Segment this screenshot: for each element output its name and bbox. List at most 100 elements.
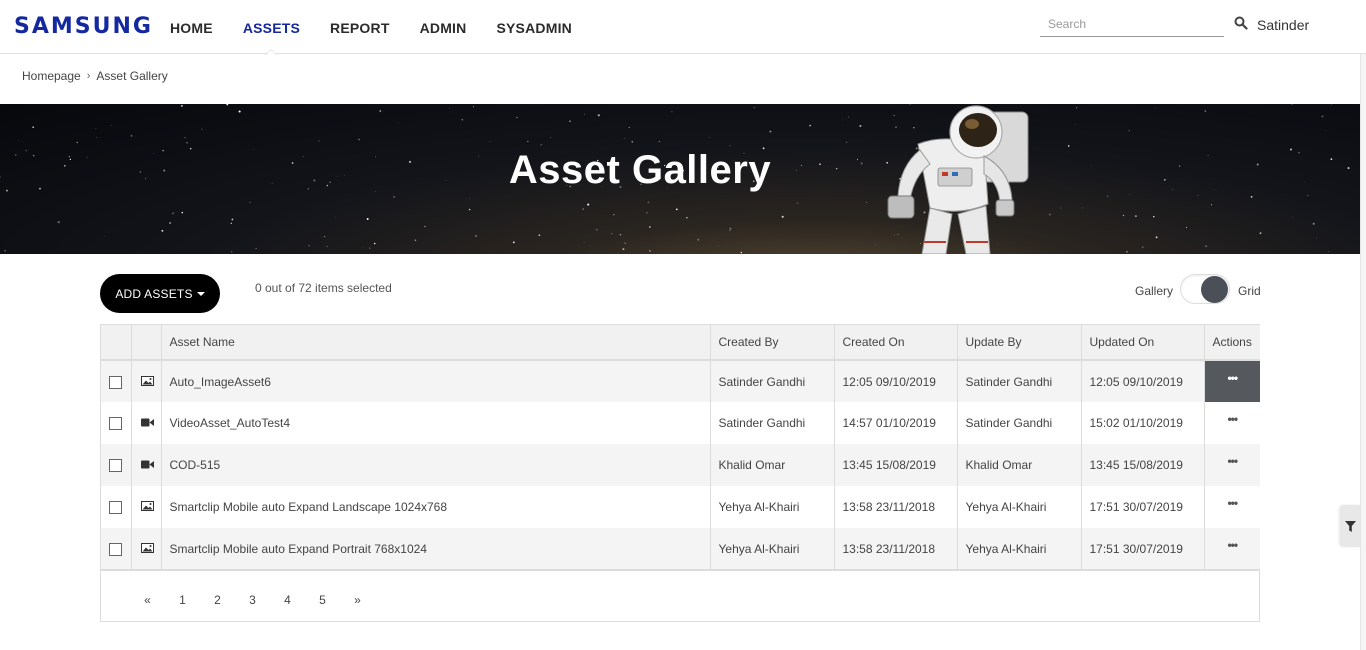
actions-cell: ••• <box>1204 402 1260 444</box>
actions-cell: ••• <box>1204 444 1260 486</box>
updated-on-cell: 13:45 15/08/2019 <box>1081 444 1205 486</box>
table-header-row: Asset Name Created By Created On Update … <box>101 325 1260 361</box>
header-created-on[interactable]: Created On <box>834 325 958 361</box>
user-menu[interactable]: Satinder <box>1257 17 1309 33</box>
breadcrumb: Homepage › Asset Gallery <box>22 69 168 83</box>
asset-type-cell <box>131 528 162 571</box>
actions-cell: ••• <box>1204 360 1260 402</box>
created-on-cell: 13:45 15/08/2019 <box>834 444 958 486</box>
row-select-cell <box>101 402 132 444</box>
created-on-cell: 13:58 23/11/2018 <box>834 528 958 571</box>
asset-name-cell[interactable]: Smartclip Mobile auto Expand Landscape 1… <box>161 486 711 528</box>
table-row[interactable]: Smartclip Mobile auto Expand Portrait 76… <box>101 528 1260 571</box>
row-select-cell <box>101 444 132 486</box>
selection-count: 0 out of 72 items selected <box>255 281 392 295</box>
asset-type-cell <box>131 402 162 444</box>
chevron-right-icon: › <box>86 70 91 82</box>
view-toggle[interactable] <box>1180 274 1230 304</box>
more-actions-icon[interactable]: ••• <box>1227 412 1238 426</box>
pagination-page-4[interactable]: 4 <box>270 593 305 607</box>
header-asset-name[interactable]: Asset Name <box>161 325 711 361</box>
more-actions-icon[interactable]: ••• <box>1227 371 1238 385</box>
samsung-logo[interactable]: SAMSUNG <box>14 14 153 39</box>
updated-by-cell: Yehya Al-Khairi <box>957 486 1082 528</box>
row-select-cell <box>101 360 132 402</box>
pagination-next[interactable]: » <box>340 593 375 607</box>
table-row[interactable]: VideoAsset_AutoTest4 Satinder Gandhi 14:57… <box>101 402 1260 444</box>
row-checkbox[interactable] <box>109 459 122 473</box>
nav-assets[interactable]: ASSETS <box>242 0 301 55</box>
asset-type-cell <box>131 444 162 486</box>
nav-home[interactable]: HOME <box>170 0 213 54</box>
header-updated-on[interactable]: Updated On <box>1081 325 1205 361</box>
pagination-prev[interactable]: « <box>130 593 165 607</box>
breadcrumb-current: Asset Gallery <box>96 69 168 83</box>
updated-on-cell: 17:51 30/07/2019 <box>1081 528 1205 571</box>
breadcrumb-home-link[interactable]: Homepage <box>22 69 81 83</box>
asset-name-cell[interactable]: VideoAsset_AutoTest4 <box>161 402 711 444</box>
asset-name-cell[interactable]: COD-515 <box>161 444 711 486</box>
updated-by-cell: Satinder Gandhi <box>957 402 1082 444</box>
scrollbar[interactable] <box>1360 54 1366 650</box>
header-created-by[interactable]: Created By <box>710 325 835 361</box>
view-gallery-label[interactable]: Gallery <box>1135 284 1173 298</box>
table-row[interactable]: Smartclip Mobile auto Expand Landscape 1… <box>101 486 1260 528</box>
table-row[interactable]: Auto_ImageAsset6 Satinder Gandhi 12:05 09/… <box>101 360 1260 402</box>
banner-title: Asset Gallery <box>508 148 772 192</box>
updated-on-cell: 17:51 30/07/2019 <box>1081 486 1205 528</box>
search-icon[interactable] <box>1234 16 1248 30</box>
updated-by-cell: Yehya Al-Khairi <box>957 528 1082 571</box>
image-icon <box>140 375 154 389</box>
more-actions-icon[interactable]: ••• <box>1227 496 1238 510</box>
updated-by-cell: Khalid Omar <box>957 444 1082 486</box>
nav-admin[interactable]: ADMIN <box>420 0 467 54</box>
row-checkbox[interactable] <box>109 501 122 515</box>
pagination-page-5[interactable]: 5 <box>305 593 340 607</box>
header-actions: Actions <box>1204 325 1260 361</box>
hero-banner: Asset Gallery <box>0 104 1360 254</box>
created-on-cell: 13:58 23/11/2018 <box>834 486 958 528</box>
toggle-knob <box>1201 276 1228 303</box>
row-select-cell <box>101 486 132 528</box>
asset-name-cell[interactable]: Auto_ImageAsset6 <box>161 360 711 402</box>
view-grid-label[interactable]: Grid <box>1238 284 1261 298</box>
row-checkbox[interactable] <box>109 542 122 556</box>
more-actions-icon[interactable]: ••• <box>1227 454 1238 468</box>
image-icon <box>140 542 154 556</box>
nav-assets-label: ASSETS <box>242 20 301 36</box>
row-select-cell <box>101 528 132 571</box>
asset-name-cell[interactable]: Smartclip Mobile auto Expand Portrait 76… <box>161 528 711 571</box>
search-input[interactable] <box>1040 12 1224 37</box>
table-row[interactable]: COD-515 Khalid Omar 13:45 15/08/2019 Khalid… <box>101 444 1260 486</box>
more-actions-icon[interactable]: ••• <box>1227 538 1238 552</box>
pagination: « 1 2 3 4 5 » <box>130 593 375 607</box>
created-on-cell: 12:05 09/10/2019 <box>834 360 958 402</box>
updated-on-cell: 12:05 09/10/2019 <box>1081 360 1205 402</box>
add-assets-button[interactable]: ADD ASSETS <box>100 274 220 313</box>
asset-table: Asset Name Created By Created On Update … <box>100 324 1260 622</box>
row-checkbox[interactable] <box>109 417 122 431</box>
created-by-cell: Satinder Gandhi <box>710 402 835 444</box>
asset-type-cell <box>131 486 162 528</box>
video-icon <box>140 458 154 472</box>
created-by-cell: Yehya Al-Khairi <box>710 528 835 571</box>
main-nav: HOME ASSETS REPORT ADMIN SYSADMIN <box>170 0 602 55</box>
asset-type-cell <box>131 360 162 402</box>
pagination-page-1[interactable]: 1 <box>165 593 200 607</box>
updated-by-cell: Satinder Gandhi <box>957 360 1082 402</box>
video-icon <box>140 416 154 430</box>
nav-report[interactable]: REPORT <box>330 0 390 54</box>
filter-icon <box>1344 520 1356 532</box>
actions-cell: ••• <box>1204 528 1260 571</box>
filter-panel-toggle[interactable] <box>1340 505 1360 547</box>
pagination-page-2[interactable]: 2 <box>200 593 235 607</box>
header-update-by[interactable]: Update By <box>957 325 1082 361</box>
row-checkbox[interactable] <box>109 375 122 389</box>
add-assets-label: ADD ASSETS <box>115 286 193 301</box>
nav-sysadmin[interactable]: SYSADMIN <box>496 0 572 54</box>
created-by-cell: Satinder Gandhi <box>710 360 835 402</box>
caret-down-icon <box>196 291 205 296</box>
image-icon <box>140 500 154 514</box>
created-on-cell: 14:57 01/10/2019 <box>834 402 958 444</box>
pagination-page-3[interactable]: 3 <box>235 593 270 607</box>
